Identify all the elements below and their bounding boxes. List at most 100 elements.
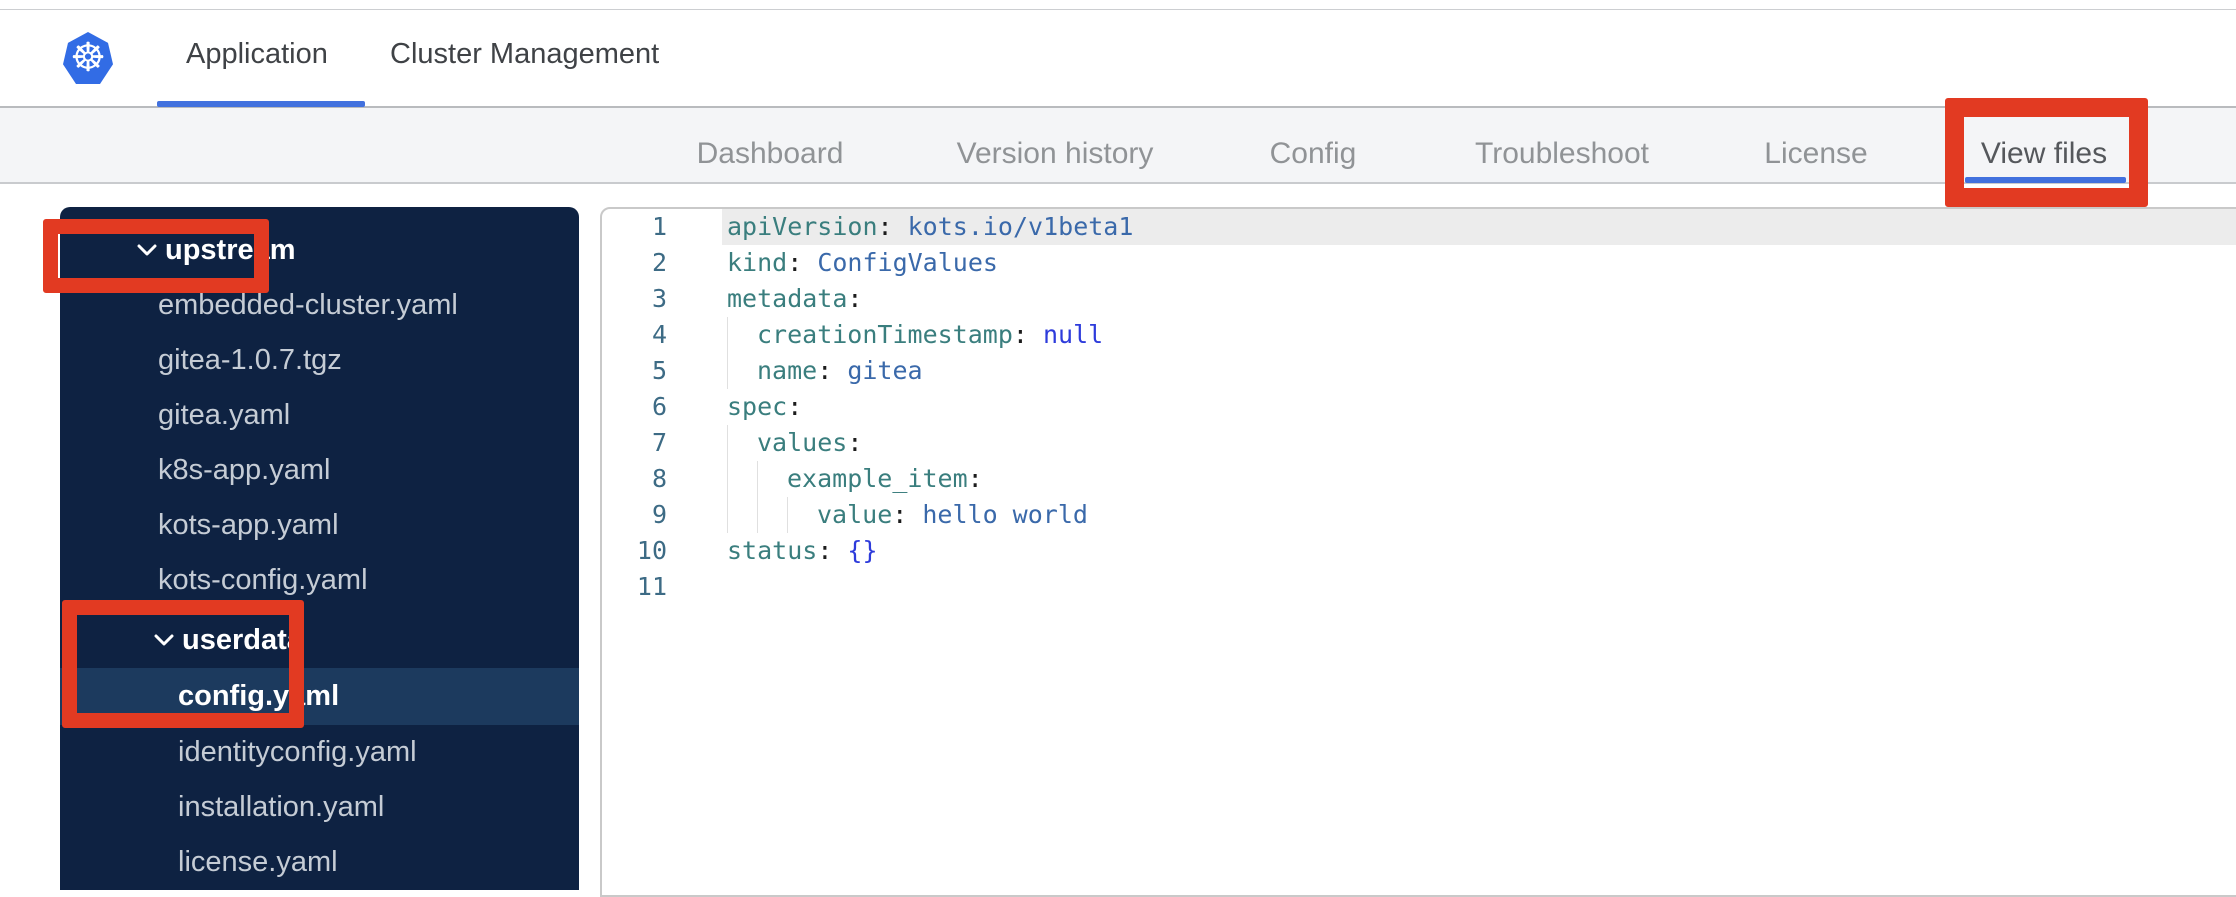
window-top-divider (0, 9, 2236, 10)
subnav-item-troubleshoot[interactable]: Troubleshoot (1475, 137, 1649, 171)
yaml-separator: : (787, 392, 803, 421)
file-label: gitea-1.0.7.tgz (158, 344, 342, 376)
file-label: config.yaml (178, 680, 340, 712)
active-subnav-underline (1965, 177, 2126, 183)
file-label: identityconfig.yaml (178, 736, 417, 768)
folder-row-upstream[interactable]: upstream (60, 222, 579, 278)
top-nav: ☸ Application Cluster Management (0, 0, 2236, 108)
yaml-value: ConfigValues (817, 248, 998, 277)
yaml-separator: : (847, 428, 863, 457)
yaml-value: hello world (922, 500, 1088, 529)
file-row-config-yaml-selected[interactable]: config.yaml (60, 668, 579, 725)
indent-guide (727, 353, 757, 389)
file-label: gitea.yaml (158, 399, 291, 431)
folder-label: userdata (182, 623, 303, 656)
yaml-key: spec (727, 392, 788, 421)
line-number: 10 (636, 536, 667, 565)
chevron-down-icon (154, 634, 174, 645)
yaml-separator: : (892, 500, 923, 529)
yaml-key: apiVersion (727, 212, 878, 241)
line-number: 6 (651, 392, 667, 421)
yaml-value: null (1042, 320, 1104, 349)
kubernetes-logo-icon: ☸ (63, 32, 113, 84)
tab-cluster-management[interactable]: Cluster Management (390, 38, 659, 71)
code-line: 2 kind: ConfigValues (602, 245, 2236, 281)
indent-guide (757, 461, 787, 497)
subnav-item-license[interactable]: License (1764, 137, 1867, 171)
file-label: embedded-cluster.yaml (158, 289, 458, 321)
subnav-item-dashboard[interactable]: Dashboard (697, 137, 844, 171)
indent-guide (727, 497, 757, 533)
yaml-key: name (757, 356, 818, 385)
subnav-item-config[interactable]: Config (1270, 137, 1357, 171)
yaml-separator: : (787, 248, 818, 277)
file-row-license-yaml[interactable]: license.yaml (60, 835, 579, 890)
yaml-separator: : (967, 464, 983, 493)
app-subnav: Dashboard Version history Config Trouble… (0, 108, 2236, 184)
line-number: 1 (651, 212, 667, 241)
code-line: 7 values: (602, 425, 2236, 461)
file-label: k8s-app.yaml (158, 454, 331, 486)
code-line: 6 spec: (602, 389, 2236, 425)
file-row-gitea-1-0-7-tgz[interactable]: gitea-1.0.7.tgz (60, 333, 579, 388)
file-row-installation-yaml[interactable]: installation.yaml (60, 780, 579, 835)
file-row-kots-app-yaml[interactable]: kots-app.yaml (60, 498, 579, 553)
folder-row-userdata[interactable]: userdata (60, 612, 579, 668)
yaml-key: value (817, 500, 893, 529)
file-label: license.yaml (178, 846, 338, 878)
line-number: 8 (651, 464, 667, 493)
code-editor[interactable]: 1 apiVersion: kots.io/v1beta1 2 kind: Co… (600, 207, 2236, 897)
subnav-item-view-files[interactable]: View files (1981, 137, 2107, 171)
chevron-down-icon (137, 244, 157, 255)
yaml-key: example_item (787, 464, 968, 493)
file-row-k8s-app-yaml[interactable]: k8s-app.yaml (60, 443, 579, 498)
active-line: apiVersion: kots.io/v1beta1 (722, 209, 2236, 245)
folder-label: upstream (165, 233, 296, 266)
code-line: 4 creationTimestamp: null (602, 317, 2236, 353)
line-number: 5 (651, 356, 667, 385)
yaml-separator: : (817, 536, 848, 565)
yaml-value: {} (847, 536, 878, 565)
yaml-key: metadata (727, 284, 848, 313)
yaml-separator: : (817, 356, 848, 385)
file-label: kots-config.yaml (158, 564, 368, 596)
indent-guide (727, 317, 757, 353)
code-line: 3 metadata: (602, 281, 2236, 317)
helm-wheel-glyph: ☸ (70, 36, 106, 80)
file-row-identityconfig-yaml[interactable]: identityconfig.yaml (60, 725, 579, 780)
code-line: 8 example_item: (602, 461, 2236, 497)
yaml-separator: : (1012, 320, 1043, 349)
tab-application[interactable]: Application (186, 38, 328, 71)
file-label: kots-app.yaml (158, 509, 339, 541)
yaml-separator: : (847, 284, 863, 313)
code-line: 5 name: gitea (602, 353, 2236, 389)
file-label: installation.yaml (178, 791, 385, 823)
yaml-value: gitea (847, 356, 923, 385)
yaml-key: kind (727, 248, 788, 277)
code-line: 11 (602, 569, 2236, 605)
yaml-separator: : (877, 212, 908, 241)
yaml-value: kots.io/v1beta1 (907, 212, 1134, 241)
line-number: 7 (651, 428, 667, 457)
code-line: 10 status: {} (602, 533, 2236, 569)
line-number: 9 (651, 500, 667, 529)
indent-guide (727, 425, 757, 461)
code-line: 1 apiVersion: kots.io/v1beta1 (602, 209, 2236, 245)
indent-guide (757, 497, 787, 533)
active-tab-underline (157, 101, 365, 107)
line-number: 11 (636, 572, 667, 601)
line-number: 4 (651, 320, 667, 349)
indent-guide (787, 497, 817, 533)
indent-guide (727, 461, 757, 497)
yaml-key: status (727, 536, 818, 565)
file-row-gitea-yaml[interactable]: gitea.yaml (60, 388, 579, 443)
file-row-embedded-cluster-yaml[interactable]: embedded-cluster.yaml (60, 278, 579, 333)
line-number: 2 (651, 248, 667, 277)
line-number: 3 (651, 284, 667, 313)
file-tree-sidebar: upstream embedded-cluster.yaml gitea-1.0… (60, 207, 579, 890)
subnav-item-version-history[interactable]: Version history (957, 137, 1154, 171)
yaml-key: creationTimestamp (757, 320, 1013, 349)
code-line: 9 value: hello world (602, 497, 2236, 533)
yaml-key: values (757, 428, 848, 457)
file-row-kots-config-yaml[interactable]: kots-config.yaml (60, 553, 579, 608)
